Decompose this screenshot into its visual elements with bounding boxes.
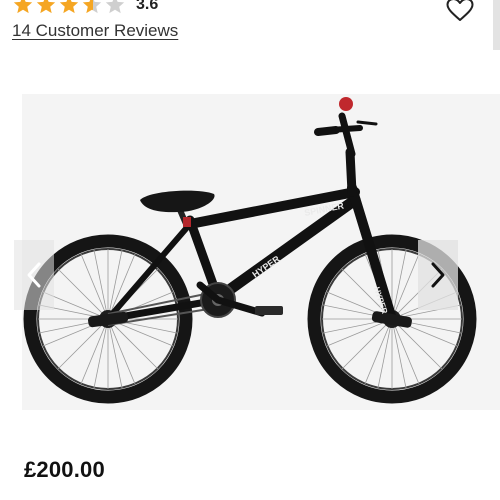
crankset	[196, 281, 283, 318]
frame	[104, 147, 397, 324]
star-icon	[59, 0, 79, 14]
empty-star-icon	[105, 0, 125, 14]
scrollbar-edge	[493, 0, 500, 50]
bar-end-cap	[339, 97, 353, 111]
next-image-button[interactable]	[418, 240, 458, 310]
chevron-left-icon	[27, 262, 41, 288]
rating-row: 3.6	[12, 0, 158, 16]
product-price: £200.00	[24, 457, 105, 482]
handlebar	[314, 112, 378, 158]
star-icon	[36, 0, 56, 14]
rating-value: 3.6	[136, 0, 159, 13]
star-icon	[13, 0, 33, 14]
star-rating	[12, 0, 126, 16]
product-image-gallery[interactable]: SPINNER HYPER HYPER	[0, 92, 500, 412]
previous-image-button[interactable]	[14, 240, 54, 310]
customer-reviews-link[interactable]: 14 Customer Reviews	[12, 21, 178, 41]
chevron-right-icon	[431, 262, 445, 288]
heart-icon[interactable]	[446, 0, 474, 22]
half-star-icon	[82, 0, 102, 14]
